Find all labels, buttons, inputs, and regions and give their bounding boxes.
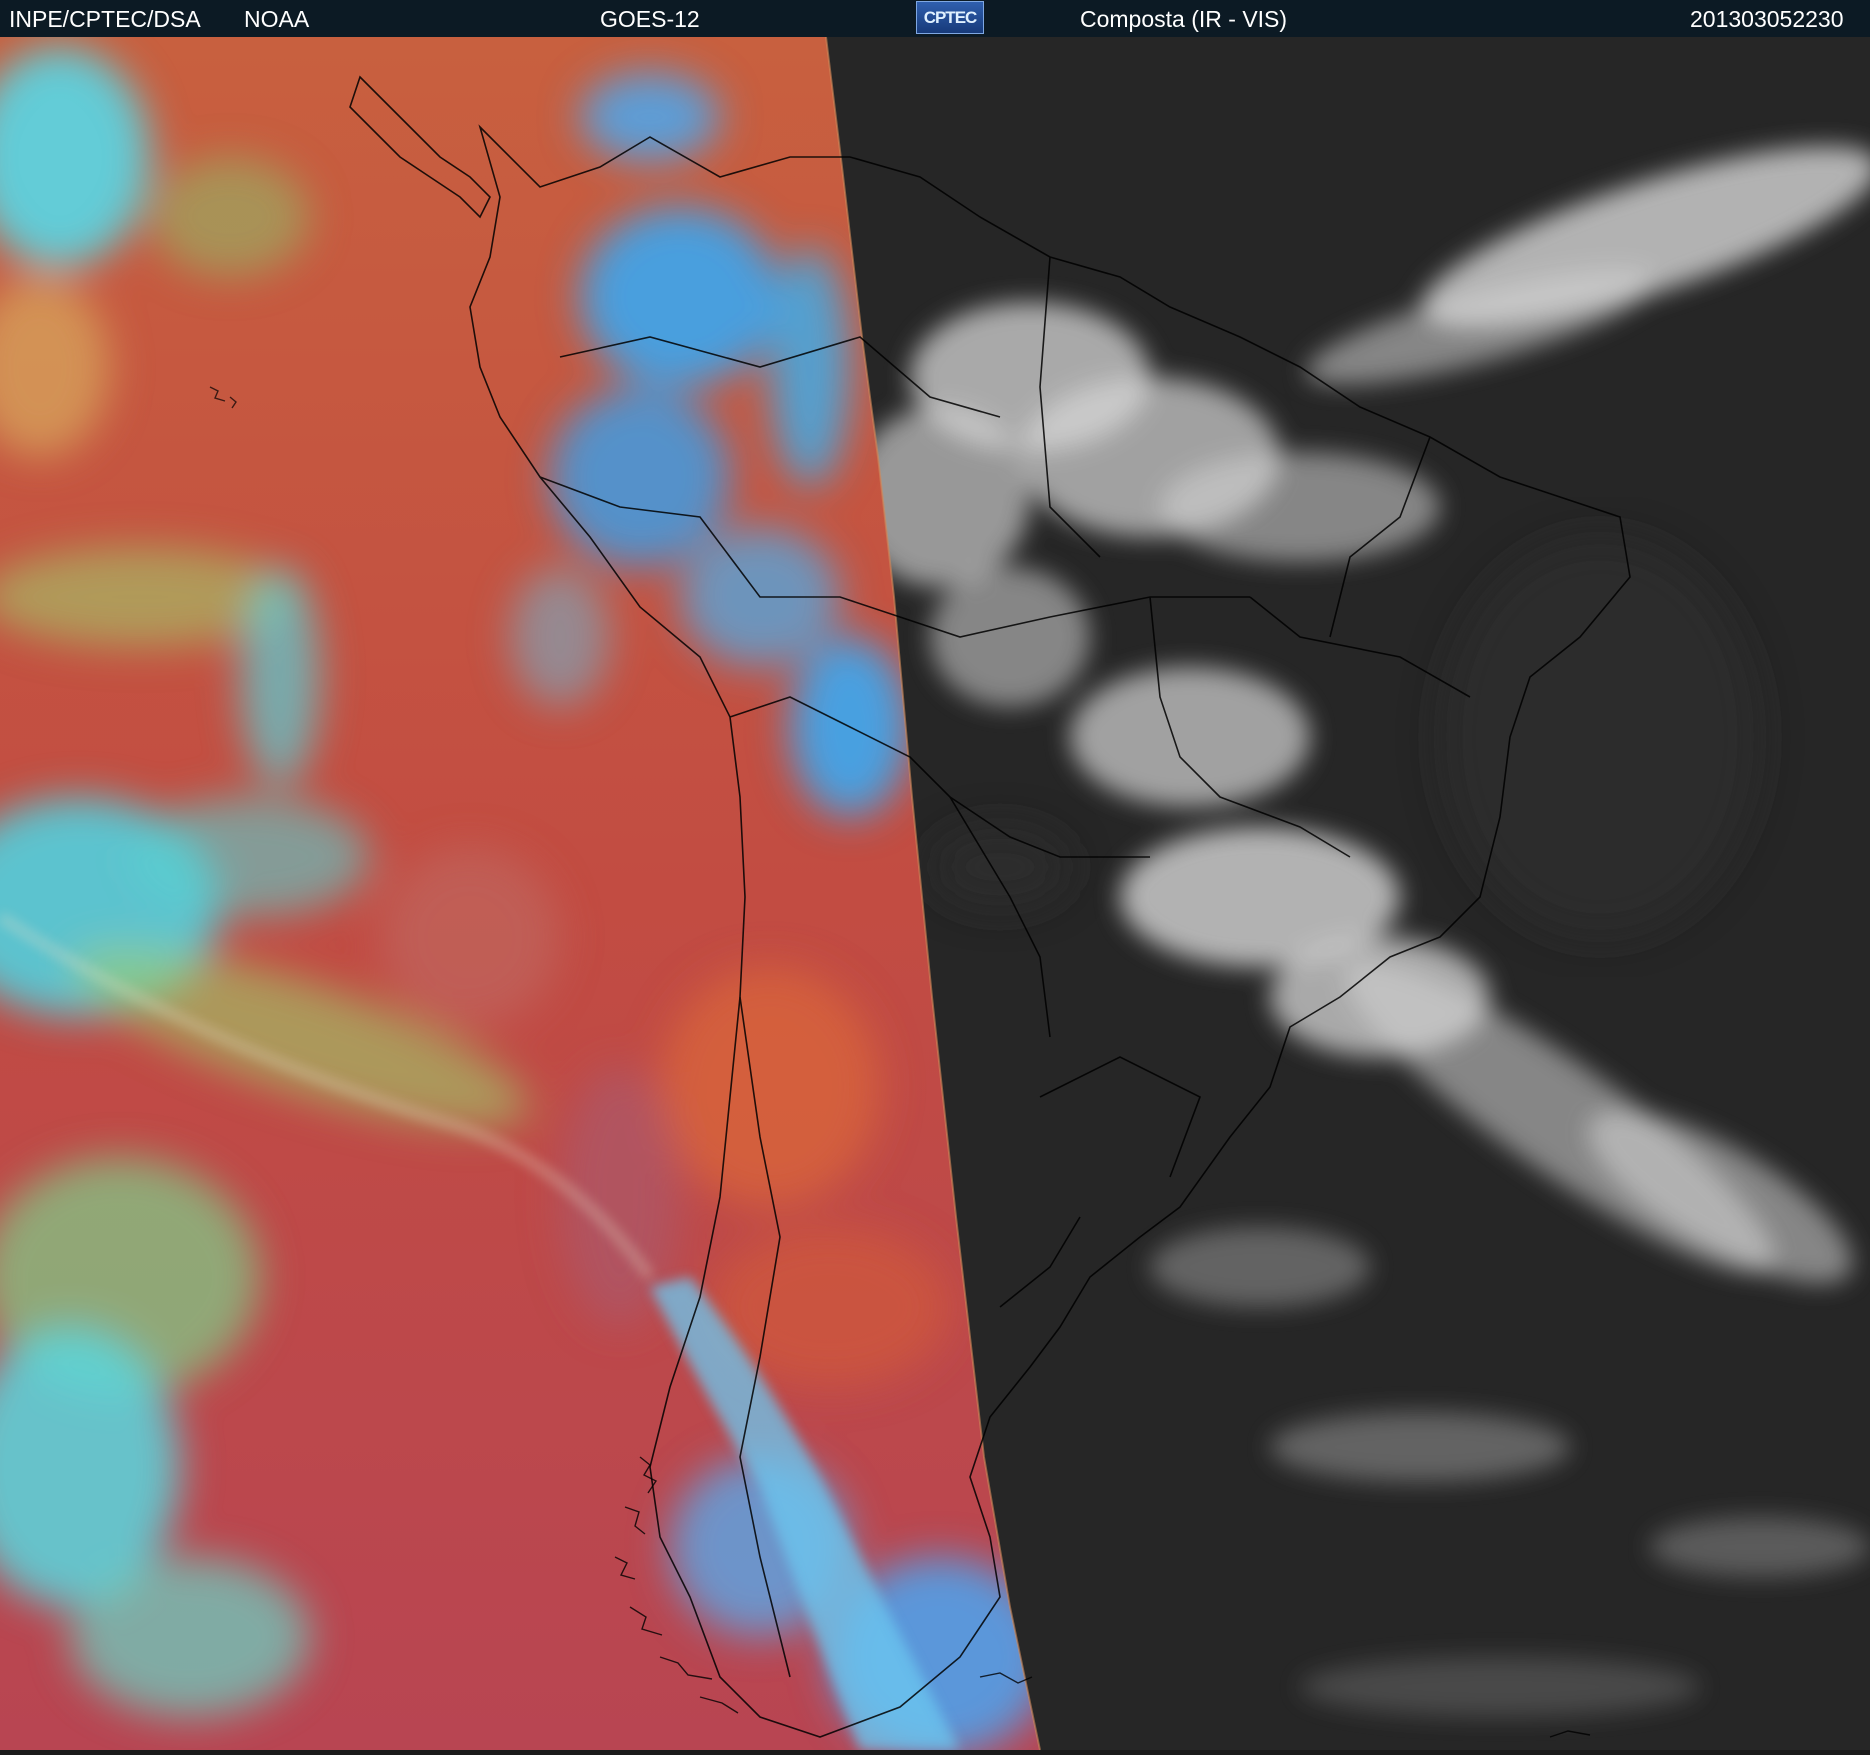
source-label: NOAA bbox=[244, 6, 310, 32]
satellite-composite-map bbox=[0, 36, 1870, 1751]
map-svg bbox=[0, 36, 1870, 1751]
title-bar: INPE/CPTEC/DSA NOAA GOES-12 CPTEC Compos… bbox=[0, 0, 1870, 37]
satellite-label: GOES-12 bbox=[600, 6, 700, 32]
agency-label: INPE/CPTEC/DSA bbox=[9, 6, 201, 32]
product-label: Composta (IR - VIS) bbox=[1080, 6, 1288, 32]
timestamp-label: 201303052230 bbox=[1690, 6, 1844, 32]
cptec-logo: CPTEC bbox=[916, 1, 984, 34]
